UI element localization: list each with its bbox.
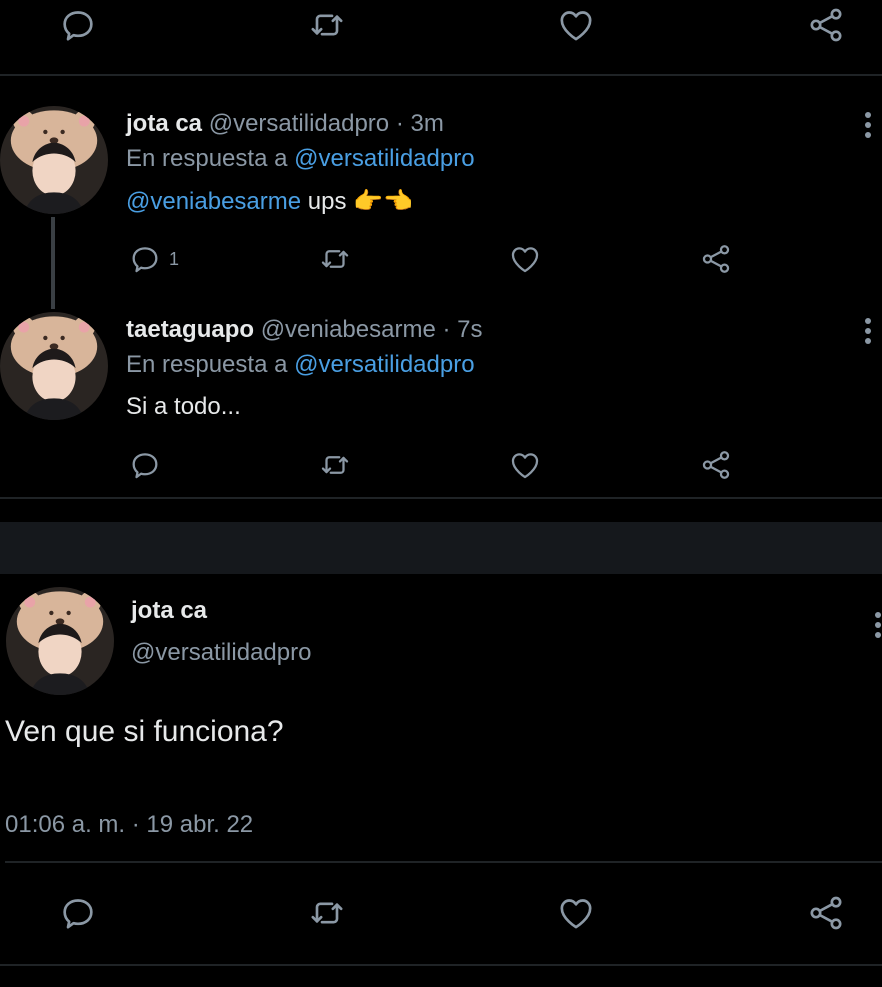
display-name[interactable]: jota ca (131, 597, 207, 625)
handle[interactable]: @veniabesarme (261, 316, 436, 343)
replying-to: En respuesta a @versatilidadpro (126, 145, 475, 173)
display-name[interactable]: jota ca (126, 110, 202, 137)
avatar[interactable] (6, 587, 114, 695)
tweet-body: Ven que si funciona? (5, 715, 284, 748)
tweet-body: ups 👉👈 (307, 188, 413, 215)
share-icon[interactable] (806, 5, 846, 45)
retweet-icon[interactable] (307, 5, 347, 45)
retweet-icon[interactable] (318, 448, 352, 482)
replying-prefix: En respuesta a (126, 351, 288, 378)
avatar[interactable] (0, 106, 108, 214)
more-options-icon[interactable] (864, 112, 872, 142)
reply-count: 1 (169, 249, 180, 269)
retweet-icon[interactable] (307, 893, 347, 933)
tweet-body: Si a todo... (126, 393, 241, 420)
retweet-icon[interactable] (318, 242, 352, 276)
section-separator (0, 522, 882, 574)
replying-to-link[interactable]: @versatilidadpro (294, 351, 474, 378)
reply-icon[interactable] (58, 5, 98, 45)
mention-link[interactable]: @veniabesarme (126, 188, 301, 215)
replying-to: En respuesta a @versatilidadpro (126, 351, 475, 379)
like-icon[interactable] (508, 448, 542, 482)
like-icon[interactable] (556, 893, 596, 933)
like-icon[interactable] (556, 5, 596, 45)
display-name[interactable]: taetaguapo (126, 316, 254, 343)
avatar[interactable] (0, 312, 108, 420)
share-icon[interactable] (699, 448, 733, 482)
replying-to-link[interactable]: @versatilidadpro (294, 145, 474, 172)
more-options-icon[interactable] (864, 318, 872, 348)
thread-line (51, 217, 55, 309)
timestamp: · 3m (395, 110, 444, 137)
divider (0, 74, 882, 76)
timestamp: · 7s (442, 316, 483, 343)
handle[interactable]: @versatilidadpro (131, 639, 311, 667)
divider (0, 497, 882, 499)
reply-icon[interactable] (128, 448, 162, 482)
share-icon[interactable] (806, 893, 846, 933)
divider (0, 964, 882, 966)
divider (5, 861, 882, 863)
like-icon[interactable] (508, 242, 542, 276)
share-icon[interactable] (699, 242, 733, 276)
reply-icon[interactable] (58, 893, 98, 933)
tweet-text: @veniabesarme ups 👉👈 (126, 187, 413, 216)
reply-icon[interactable] (128, 242, 162, 276)
more-options-icon[interactable] (874, 612, 882, 642)
tweet-timestamp: 01:06 a. m. · 19 abr. 22 (5, 811, 254, 838)
tweet-header: taetaguapo @veniabesarme · 7s (126, 316, 483, 344)
tweet-header: jota ca @versatilidadpro · 3m (126, 110, 444, 138)
replying-prefix: En respuesta a (126, 145, 288, 172)
handle[interactable]: @versatilidadpro (209, 110, 389, 137)
